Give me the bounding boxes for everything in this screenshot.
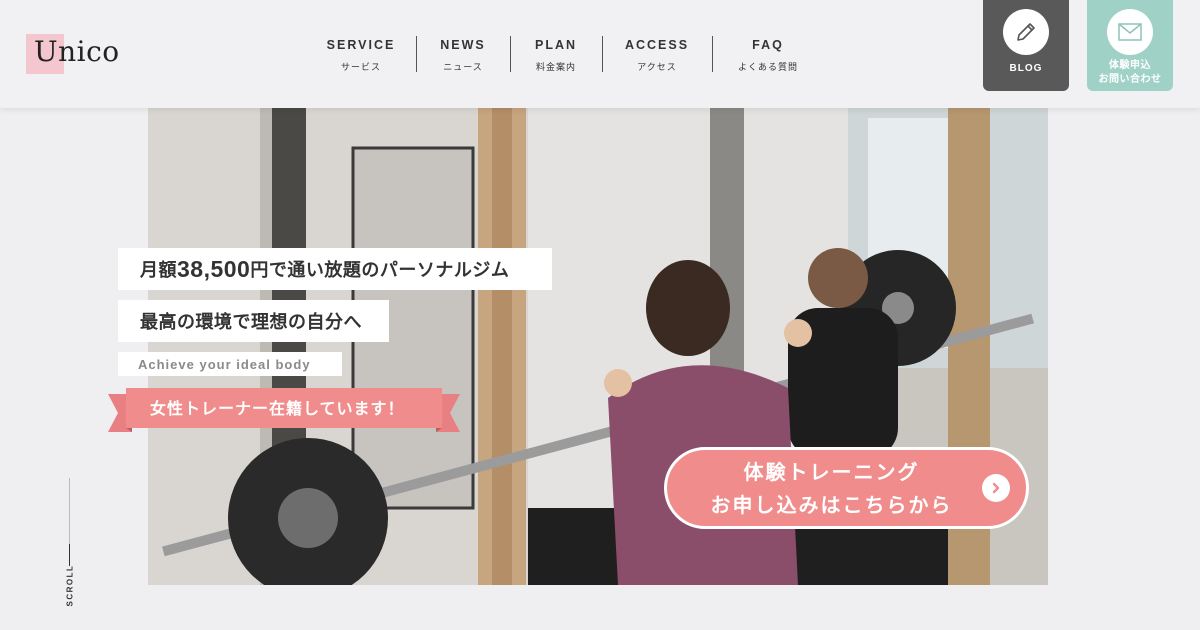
- trial-label-line1: 体験申込: [1109, 60, 1151, 71]
- nav-news[interactable]: NEWS ニュース: [416, 36, 510, 73]
- nav-service-en: SERVICE: [326, 38, 396, 52]
- logo[interactable]: Unico: [26, 34, 119, 74]
- trial-label-line2: お問い合わせ: [1098, 74, 1162, 85]
- blog-label: BLOG: [1009, 63, 1043, 74]
- nav-access-jp: アクセス: [637, 63, 677, 73]
- nav-news-en: NEWS: [440, 38, 486, 52]
- blog-button[interactable]: BLOG: [983, 0, 1069, 91]
- tagline-english: Achieve your ideal body: [118, 352, 342, 376]
- mail-icon: [1107, 9, 1153, 55]
- cta-line2: お申し込みはこちらから: [710, 493, 953, 517]
- trial-label: 体験申込 お問い合わせ: [1087, 59, 1173, 87]
- tagline-price-prefix: 月額: [140, 260, 177, 281]
- nav-faq-jp: よくある質問: [737, 63, 798, 73]
- main-nav: SERVICE サービス NEWS ニュース PLAN 料金案内 ACCESS …: [306, 36, 824, 73]
- nav-plan-en: PLAN: [534, 38, 578, 52]
- nav-service-jp: サービス: [340, 63, 381, 73]
- nav-faq-en: FAQ: [752, 38, 784, 52]
- nav-plan[interactable]: PLAN 料金案内: [510, 36, 602, 73]
- tagline-price: 月額 38,500 円で通い放題のパーソナルジム: [118, 248, 552, 290]
- trial-training-cta-button[interactable]: 体験トレーニング お申し込みはこちらから: [664, 447, 1029, 529]
- nav-access[interactable]: ACCESS アクセス: [602, 36, 712, 73]
- nav-news-jp: ニュース: [443, 63, 483, 73]
- nav-plan-jp: 料金案内: [535, 63, 576, 73]
- scroll-line-marker: [69, 544, 70, 566]
- nav-faq[interactable]: FAQ よくある質問: [712, 36, 824, 73]
- cta-line1: 体験トレーニング: [743, 460, 920, 484]
- site-header: Unico SERVICE サービス NEWS ニュース PLAN 料金案内 A…: [0, 0, 1200, 108]
- nav-access-en: ACCESS: [624, 38, 690, 52]
- logo-text: Unico: [34, 35, 120, 68]
- scroll-label[interactable]: SCROLL: [66, 565, 75, 607]
- tagline-price-value: 38,500: [177, 255, 251, 282]
- trial-contact-button[interactable]: 体験申込 お問い合わせ: [1087, 0, 1173, 91]
- nav-service[interactable]: SERVICE サービス: [306, 36, 416, 73]
- ribbon-text: 女性トレーナー在籍しています！: [150, 399, 405, 418]
- scroll-line: [69, 478, 70, 544]
- tagline-ideal: 最高の環境で理想の自分へ: [118, 300, 389, 342]
- tagline-price-suffix: 円で通い放題のパーソナルジム: [250, 260, 510, 281]
- chevron-right-icon: [982, 474, 1010, 502]
- pencil-icon: [1003, 9, 1049, 55]
